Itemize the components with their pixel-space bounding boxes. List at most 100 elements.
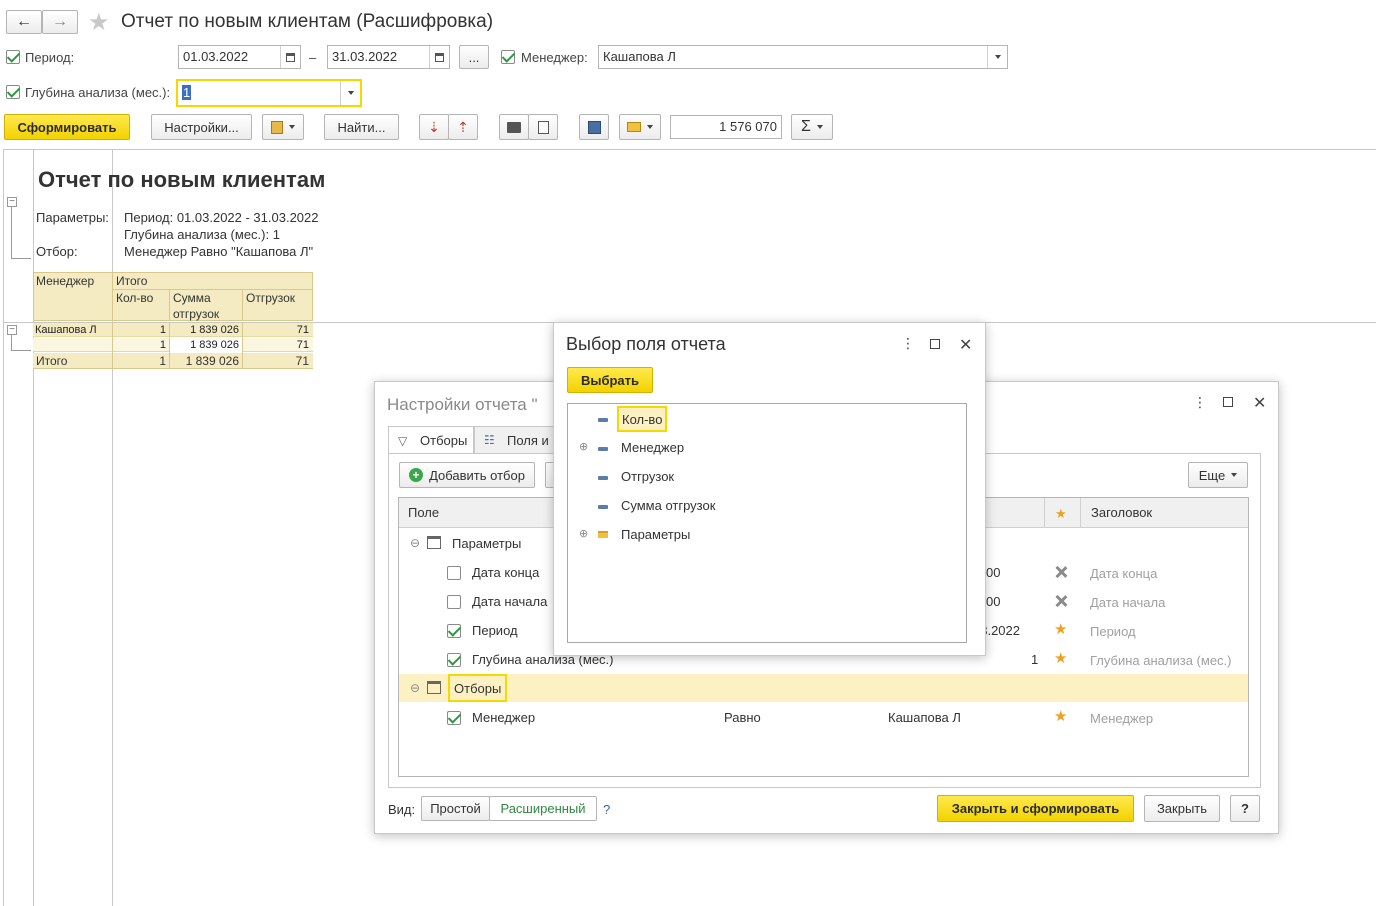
more-label: Еще: [1198, 467, 1226, 483]
filter-condition[interactable]: Равно: [724, 710, 761, 725]
help-label: ?: [1241, 801, 1249, 816]
param-name: Дата начала: [472, 594, 548, 609]
chevron-down-icon[interactable]: [987, 46, 1007, 68]
arrow-left-icon: ←: [16, 13, 32, 30]
manager-value: Кашапова Л: [603, 49, 676, 64]
maximize-icon[interactable]: [1223, 397, 1233, 407]
sum-value: 1 576 070: [719, 119, 777, 134]
field-item-parameters[interactable]: Параметры: [621, 527, 690, 542]
star-icon[interactable]: ★: [1054, 709, 1067, 724]
manager-checkbox[interactable]: [501, 50, 515, 64]
help-button[interactable]: ?: [1230, 795, 1260, 822]
row-divider: [242, 323, 243, 369]
favorite-star-icon[interactable]: ★: [88, 8, 110, 37]
add-filter-button[interactable]: + Добавить отбор: [399, 462, 535, 488]
settings-dialog-title: Настройки отчета ": [387, 395, 538, 414]
filter-header: Менеджер: [1090, 711, 1154, 726]
field-dialog-title: Выбор поля отчета: [566, 334, 726, 354]
selected-row[interactable]: [399, 674, 1248, 702]
filter-value[interactable]: Кашапова Л: [888, 710, 961, 725]
tab-filters[interactable]: ▽ Отборы: [388, 426, 474, 454]
manager-field[interactable]: Кашапова Л: [598, 45, 1008, 69]
field-item-shipments[interactable]: Отгрузок: [621, 469, 674, 484]
date-to-field[interactable]: 31.03.2022: [327, 45, 450, 69]
close-button[interactable]: Закрыть: [1144, 795, 1220, 822]
print-button[interactable]: [499, 114, 529, 140]
calendar-icon[interactable]: [280, 46, 300, 68]
report-title: Отчет по новым клиентам: [38, 167, 326, 192]
view-help-link[interactable]: ?: [603, 802, 610, 817]
close-icon[interactable]: ✕: [1253, 393, 1266, 413]
depth-checkbox[interactable]: [6, 85, 20, 99]
period-checkbox[interactable]: [6, 50, 20, 64]
cross-icon[interactable]: [1055, 595, 1067, 607]
collapse-icon[interactable]: −: [7, 325, 17, 335]
field-tree: Кол-во ⊕ Менеджер Отгрузок Сумма отгрузо…: [567, 403, 967, 643]
send-button[interactable]: [619, 114, 661, 140]
variants-button[interactable]: [262, 114, 304, 140]
more-vert-icon[interactable]: ⋮: [1193, 394, 1207, 411]
expand-icon[interactable]: ⊕: [579, 440, 588, 453]
star-icon[interactable]: ★: [1054, 651, 1067, 666]
arrow-right-icon: →: [52, 13, 68, 30]
collapse-icon[interactable]: ⊖: [410, 536, 420, 550]
collapse-icon[interactable]: −: [7, 197, 17, 207]
group-filters[interactable]: Отборы: [448, 674, 508, 702]
floppy-icon: [587, 120, 601, 134]
forward-button[interactable]: →: [42, 10, 78, 34]
close-icon[interactable]: ✕: [959, 335, 972, 355]
period-select-button[interactable]: ...: [459, 45, 489, 69]
expand-groups-button[interactable]: ⇣: [419, 114, 449, 140]
expand-icon[interactable]: ⊕: [579, 527, 588, 540]
cross-icon[interactable]: [1055, 566, 1067, 578]
depth-value: 1: [182, 85, 192, 100]
group-bracket: [11, 207, 31, 259]
star-icon[interactable]: ★: [1054, 622, 1067, 637]
field-item-qty[interactable]: Кол-во: [617, 406, 668, 432]
param-header: Дата конца: [1090, 566, 1158, 581]
param-checkbox-date-end[interactable]: [447, 566, 461, 580]
maximize-icon[interactable]: [930, 339, 940, 349]
view-extended-button[interactable]: Расширенный: [489, 796, 597, 821]
field-item-manager[interactable]: Менеджер: [621, 440, 684, 455]
collapse-groups-button[interactable]: ⇡: [448, 114, 478, 140]
save-button[interactable]: [579, 114, 609, 140]
more-vert-icon[interactable]: ⋮: [901, 335, 915, 352]
field-icon: [598, 505, 608, 509]
tab-fields[interactable]: ☷ Поля и с: [474, 426, 554, 454]
header-total: Итого: [116, 274, 148, 288]
date-from-field[interactable]: 01.03.2022: [178, 45, 301, 69]
view-simple-label: Простой: [430, 801, 481, 816]
param-checkbox-depth[interactable]: [447, 653, 461, 667]
close-and-generate-button[interactable]: Закрыть и сформировать: [937, 795, 1134, 822]
view-label: Вид:: [388, 802, 416, 817]
ellipsis-label: ...: [468, 49, 480, 65]
settings-label: Настройки...: [164, 119, 239, 135]
param-value: 1: [1031, 652, 1039, 667]
collapse-icon[interactable]: ⊖: [410, 681, 420, 695]
row-manager: Кашапова Л: [35, 324, 97, 336]
chevron-down-icon[interactable]: [340, 81, 360, 105]
field-item-sum[interactable]: Сумма отгрузок: [621, 498, 715, 513]
depth-field[interactable]: 1: [176, 79, 362, 107]
more-button[interactable]: Еще: [1188, 462, 1248, 488]
find-button[interactable]: Найти...: [324, 114, 399, 140]
col-field: Поле: [408, 505, 440, 520]
settings-button[interactable]: Настройки...: [151, 114, 252, 140]
calendar-icon[interactable]: [429, 46, 449, 68]
sort-up-icon: ⇡: [457, 118, 469, 135]
preview-button[interactable]: [528, 114, 558, 140]
param-checkbox-period[interactable]: [447, 624, 461, 638]
filter-checkbox-manager[interactable]: [447, 711, 461, 725]
view-simple-button[interactable]: Простой: [421, 796, 490, 821]
manager-label: Менеджер:: [521, 50, 588, 65]
param-checkbox-date-start[interactable]: [447, 595, 461, 609]
header-manager: Менеджер: [36, 274, 95, 288]
generate-button[interactable]: Сформировать: [4, 114, 130, 140]
star-icon: ★: [1055, 506, 1067, 521]
select-button[interactable]: Выбрать: [567, 367, 653, 393]
row-sum: 1 839 026: [190, 339, 239, 351]
back-button[interactable]: ←: [6, 10, 42, 34]
sum-type-button[interactable]: Σ: [791, 114, 833, 140]
total-label: Итого: [36, 354, 68, 368]
